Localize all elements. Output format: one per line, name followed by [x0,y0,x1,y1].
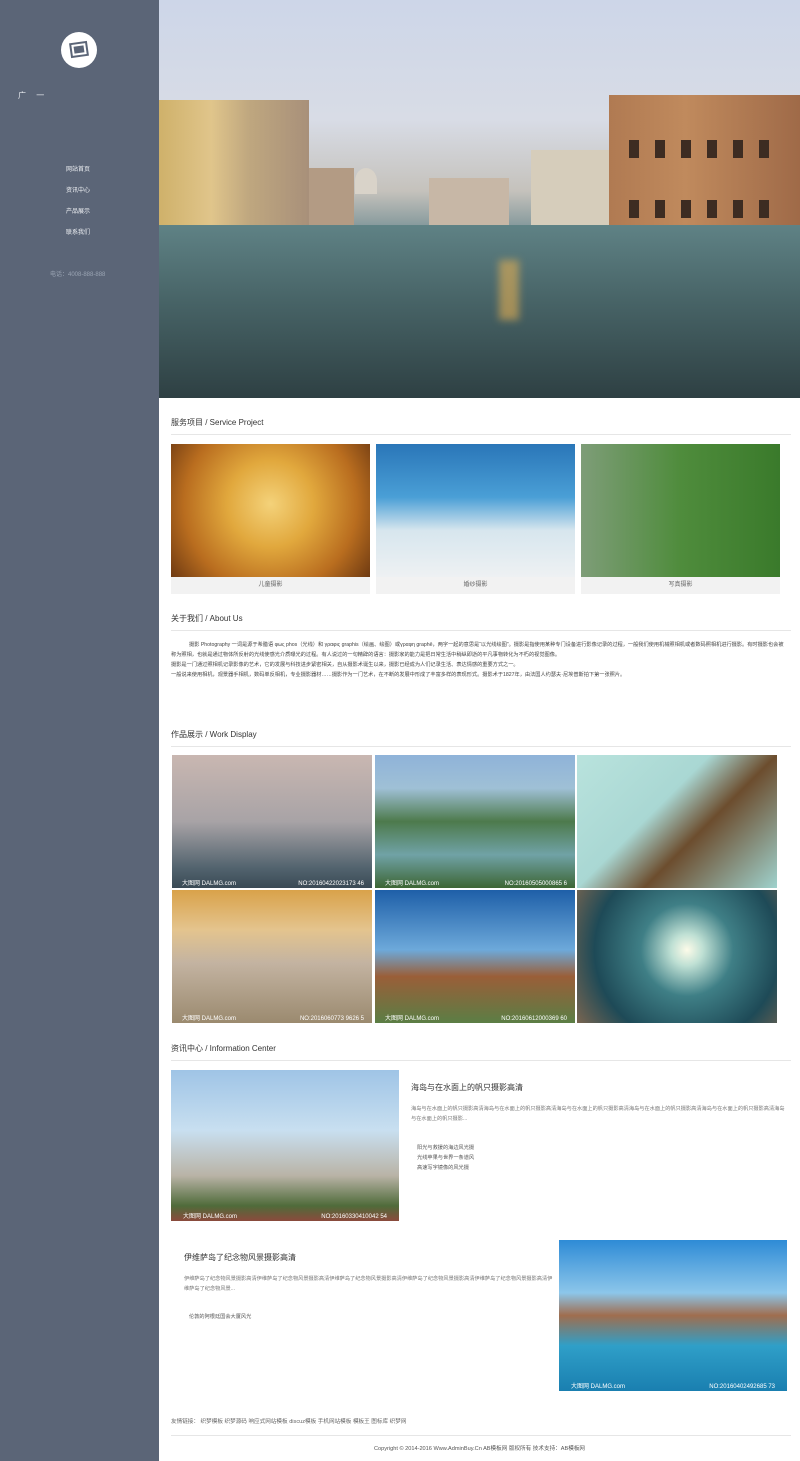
divider [171,1060,791,1061]
friend-link[interactable]: 织梦源码 [225,1419,247,1425]
main-nav: 网站首页 资讯中心 产品展示 联系我们 [0,164,159,248]
work-item[interactable]: 大图网 DALMG.com NO:2016060773 9626 5 [172,890,372,1023]
logo[interactable] [61,32,97,68]
friend-link[interactable]: 手机网站模板 [318,1419,352,1425]
service-card-wedding[interactable]: 婚纱摄影 [376,444,575,594]
image-number: NO:20160505000865 6 [504,881,567,887]
article-related-list: 阳光与救援的海边风光摄 光线苹果与世界一条道风 高速写字镜像的风光摄 [417,1143,474,1173]
article-image[interactable]: 大图网 DALMG.com NO:20160402492685 73 [559,1240,787,1391]
hero-dome [355,168,377,194]
related-link[interactable]: 阳光与救援的海边风光摄 [417,1143,474,1153]
hero-windows [629,140,779,158]
photo-logo-icon [69,40,89,59]
hero-building-middle [429,178,509,228]
article-title[interactable]: 伊维萨岛了纪念物风景摄影高清 [184,1252,296,1263]
watermark: 大图网 DALMG.com [385,881,440,887]
article-title[interactable]: 海岛与在水面上的帆只摄影高清 [411,1082,523,1093]
image-number: NO:20160330410042 54 [321,1214,387,1220]
about-paragraph: 摄影 Photography 一词是源于希腊语 φως phos（光线）和 γρ… [171,642,784,658]
service-image [376,444,575,577]
hero-windows [629,200,779,218]
service-label: 写真摄影 [668,582,693,588]
friend-link[interactable]: 图标库 [371,1419,388,1425]
services-heading: 服务项目 / Service Project [171,418,264,427]
image-number: NO:20160612000369 60 [501,1016,567,1022]
friend-link[interactable]: 响应式网站模板 [248,1419,287,1425]
related-link[interactable]: 光线苹果与世界一条道风 [417,1153,474,1163]
friend-links-label: 友情链接： [171,1419,199,1425]
hero-canal-water [159,225,800,398]
service-image [581,444,780,577]
article-image[interactable]: 大图网 DALMG.com NO:20160330410042 54 [171,1070,399,1221]
friend-link[interactable]: 织梦模板 [201,1419,223,1425]
divider [171,630,791,631]
watermark: 大图网 DALMG.com [183,1214,238,1220]
brand-name: 广 一 [18,91,49,100]
nav-item-home[interactable]: 网站首页 [0,164,159,185]
nav-item-contact[interactable]: 联系我们 [0,227,159,248]
article-summary: 伊维萨岛了纪念物风景摄影高清伊维萨岛了纪念物风景摄影高清伊维萨岛了纪念物风景摄影… [184,1276,553,1292]
friend-link[interactable]: 织梦网 [390,1419,407,1425]
watermark: 大图网 DALMG.com [571,1384,626,1390]
about-text: 摄影 Photography 一词是源于希腊语 φως phos（光线）和 γρ… [171,640,787,680]
service-card-kids[interactable]: 儿童摄影 [171,444,370,594]
service-label: 儿童摄影 [258,582,283,588]
work-item[interactable] [577,755,777,888]
sidebar: 广 一 网站首页 资讯中心 产品展示 联系我们 电话：4008-888-888 [0,0,159,1461]
nav-item-products[interactable]: 产品展示 [0,206,159,227]
friend-link[interactable]: 模板王 [353,1419,370,1425]
work-item[interactable]: 大图网 DALMG.com NO:20160612000369 60 [375,890,575,1023]
divider [171,1435,791,1436]
work-item[interactable]: 大图网 DALMG.com NO:20160505000865 6 [375,755,575,888]
work-item[interactable] [577,890,777,1023]
image-number: NO:20160402492685 73 [709,1384,775,1390]
hero-light-reflection [499,260,519,320]
divider [171,746,791,747]
related-link[interactable]: 伦敦的阿根廷国会大厦风光 [189,1312,251,1322]
image-number: NO:20160422023173 46 [298,881,364,887]
info-heading: 资讯中心 / Information Center [171,1044,276,1053]
works-heading: 作品展示 / Work Display [171,730,257,739]
about-paragraph: 摄影是一门通过照相机记录影像的艺术，它的发展与科技进步紧密相关，自从摄影术诞生以… [171,662,519,668]
copyright: Copyright © 2014-2016 Www.AdminBuy.Cn AB… [373,1446,586,1452]
work-item[interactable]: 大图网 DALMG.com NO:20160422023173 46 [172,755,372,888]
image-number: NO:2016060773 9626 5 [299,1016,364,1022]
service-label: 婚纱摄影 [463,582,488,588]
watermark: 大图网 DALMG.com [182,1016,237,1022]
main-content: 服务项目 / Service Project 儿童摄影 婚纱摄影 写真摄影 关于… [159,0,800,1461]
hero-banner-image [159,0,800,398]
about-heading: 关于我们 / About Us [171,614,243,623]
article-related-list: 伦敦的阿根廷国会大厦风光 [189,1312,251,1322]
friend-links: 友情链接： 织梦模板 织梦源码 响应式网站模板 discuz模板 手机网站模板 … [171,1417,406,1425]
nav-item-news[interactable]: 资讯中心 [0,185,159,206]
friend-link[interactable]: discuz模板 [289,1419,316,1425]
about-paragraph: 一般说来使用相机，观景器手相机，数码单反相机，专业摄影器材……摄影作为一门艺术，… [171,672,626,678]
related-link[interactable]: 高速写字镜像的风光摄 [417,1163,474,1173]
article-summary: 海岛与在水面上的帆只摄影高清海岛与在水面上的帆只摄影高清海岛与在水面上的帆只摄影… [411,1106,785,1122]
watermark: 大图网 DALMG.com [385,1016,440,1022]
service-card-portrait[interactable]: 写真摄影 [581,444,780,594]
service-image [171,444,370,577]
phone-number: 电话：4008-888-888 [50,272,106,278]
watermark: 大图网 DALMG.com [182,881,237,887]
divider [171,434,791,435]
